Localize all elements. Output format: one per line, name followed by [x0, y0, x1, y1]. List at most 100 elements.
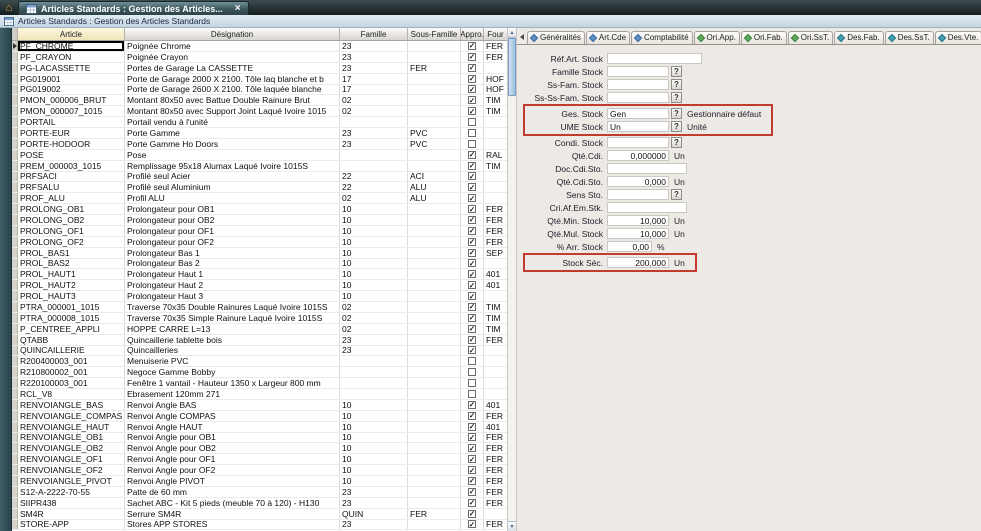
cell-fournisseur[interactable]: TIM — [484, 106, 507, 116]
cell-sous-famille[interactable] — [408, 335, 461, 345]
help-button[interactable]: ? — [671, 66, 682, 77]
cell-designation[interactable]: Montant 80x50 avec Support Joint Laqué I… — [125, 106, 340, 116]
appro-checkbox[interactable]: ✓ — [468, 53, 476, 61]
help-button[interactable]: ? — [671, 121, 682, 132]
appro-checkbox[interactable] — [468, 357, 476, 365]
appro-checkbox[interactable]: ✓ — [468, 259, 476, 267]
cell-famille[interactable]: 23 — [340, 520, 408, 530]
cell-fournisseur[interactable]: FER — [484, 443, 507, 453]
cell-sous-famille[interactable] — [408, 302, 461, 312]
cell-famille[interactable]: 10 — [340, 226, 408, 236]
appro-checkbox[interactable]: ✓ — [468, 292, 476, 300]
field-input-sens-sto[interactable] — [607, 189, 669, 200]
cell-appro[interactable]: ✓ — [461, 476, 484, 486]
cell-article[interactable]: PTRA_000008_1015 — [18, 313, 125, 323]
cell-appro[interactable]: ✓ — [461, 248, 484, 258]
cell-fournisseur[interactable] — [484, 259, 507, 269]
cell-appro[interactable] — [461, 378, 484, 388]
cell-appro[interactable]: ✓ — [461, 291, 484, 301]
help-button[interactable]: ? — [671, 92, 682, 103]
cell-fournisseur[interactable]: FER — [484, 411, 507, 421]
table-row[interactable]: R210800002_001Negoce Gamme Bobby — [12, 367, 507, 378]
cell-sous-famille[interactable]: PVC — [408, 139, 461, 149]
cell-famille[interactable] — [340, 356, 408, 366]
cell-designation[interactable]: Portes de Garage La CASSETTE — [125, 63, 340, 73]
table-row[interactable]: PROL_HAUT3Prolongateur Haut 310✓ — [12, 291, 507, 302]
cell-article[interactable]: PROL_BAS1 — [18, 248, 125, 258]
cell-article[interactable]: PG019002 — [18, 85, 125, 95]
appro-checkbox[interactable]: ✓ — [468, 162, 476, 170]
cell-designation[interactable]: Ebrasement 120mm 271 — [125, 389, 340, 399]
table-row[interactable]: SM4RSerrure SM4RQUINFER✓ — [12, 509, 507, 520]
cell-fournisseur[interactable]: FER — [484, 226, 507, 236]
scroll-up-icon[interactable]: ▲ — [508, 28, 516, 38]
cell-sous-famille[interactable] — [408, 520, 461, 530]
cell-article[interactable]: PRFSALU — [18, 182, 125, 192]
tab-scroll-left-icon[interactable] — [520, 34, 524, 40]
cell-sous-famille[interactable] — [408, 465, 461, 475]
cell-article[interactable]: PREM_000003_1015 — [18, 161, 125, 171]
table-row[interactable]: SIIPR438Sachet ABC - Kit 5 pieds (meuble… — [12, 498, 507, 509]
cell-article[interactable]: PROLONG_OB1 — [18, 204, 125, 214]
cell-famille[interactable]: 10 — [340, 280, 408, 290]
field-input-ss-fam-stock[interactable] — [607, 79, 669, 90]
cell-article[interactable]: RENVOIANGLE_COMPAS — [18, 411, 125, 421]
cell-sous-famille[interactable] — [408, 215, 461, 225]
help-button[interactable]: ? — [671, 108, 682, 119]
cell-sous-famille[interactable] — [408, 150, 461, 160]
cell-famille[interactable] — [340, 367, 408, 377]
cell-famille[interactable]: 10 — [340, 248, 408, 258]
cell-famille[interactable]: 10 — [340, 422, 408, 432]
cell-appro[interactable]: ✓ — [461, 237, 484, 247]
cell-sous-famille[interactable] — [408, 378, 461, 388]
cell-famille[interactable]: 02 — [340, 193, 408, 203]
cell-appro[interactable]: ✓ — [461, 41, 484, 51]
cell-article[interactable]: PMON_000006_BRUT — [18, 95, 125, 105]
cell-appro[interactable]: ✓ — [461, 63, 484, 73]
cell-fournisseur[interactable]: FER — [484, 52, 507, 62]
cell-designation[interactable]: Traverse 70x35 Simple Rainure Laqué Ivoi… — [125, 313, 340, 323]
table-row[interactable]: PROL_BAS2Prolongateur Bas 210✓ — [12, 259, 507, 270]
cell-designation[interactable]: Prolongateur pour OF1 — [125, 226, 340, 236]
cell-fournisseur[interactable] — [484, 139, 507, 149]
table-row[interactable]: PTRA_000001_1015Traverse 70x35 Double Ra… — [12, 302, 507, 313]
cell-designation[interactable]: Prolongateur Haut 3 — [125, 291, 340, 301]
cell-famille[interactable]: 10 — [340, 259, 408, 269]
table-row[interactable]: PRFSACIProfilé seul Acier22ACI✓ — [12, 172, 507, 183]
table-row[interactable]: PF_CHROMEPoignée Chrome23✓FER — [12, 41, 507, 52]
help-button[interactable]: ? — [671, 189, 682, 200]
cell-sous-famille[interactable] — [408, 443, 461, 453]
field-input-condi-stock[interactable] — [607, 137, 669, 148]
cell-appro[interactable]: ✓ — [461, 465, 484, 475]
cell-appro[interactable]: ✓ — [461, 215, 484, 225]
cell-fournisseur[interactable]: FER — [484, 465, 507, 475]
cell-article[interactable]: S12-A-2222-70-55 — [18, 487, 125, 497]
cell-article[interactable]: PG019001 — [18, 74, 125, 84]
cell-article[interactable]: QTABB — [18, 335, 125, 345]
table-row[interactable]: STORE-APPStores APP STORES23✓FER — [12, 520, 507, 531]
cell-sous-famille[interactable] — [408, 85, 461, 95]
cell-sous-famille[interactable]: PVC — [408, 128, 461, 138]
cell-fournisseur[interactable]: TIM — [484, 161, 507, 171]
panel-tab-comptabilit[interactable]: Comptabilité — [631, 31, 692, 44]
field-input-stock-s-c[interactable]: 200,000 — [607, 257, 669, 268]
cell-fournisseur[interactable]: FER — [484, 476, 507, 486]
table-row[interactable]: RENVOIANGLE_OF2Renvoi Angle pour OF210✓F… — [12, 465, 507, 476]
table-row[interactable]: PMON_000006_BRUTMontant 80x50 avec Battu… — [12, 95, 507, 106]
cell-famille[interactable]: 17 — [340, 74, 408, 84]
cell-famille[interactable]: 02 — [340, 324, 408, 334]
table-row[interactable]: RENVOIANGLE_COMPASRenvoi Angle COMPAS10✓… — [12, 411, 507, 422]
cell-fournisseur[interactable]: FER — [484, 237, 507, 247]
table-row[interactable]: PMON_000007_1015Montant 80x50 avec Suppo… — [12, 106, 507, 117]
cell-article[interactable]: RCL_V8 — [18, 389, 125, 399]
table-row[interactable]: R220100003_001Fenêtre 1 vantail - Hauteu… — [12, 378, 507, 389]
cell-sous-famille[interactable] — [408, 498, 461, 508]
cell-sous-famille[interactable] — [408, 433, 461, 443]
cell-sous-famille[interactable] — [408, 291, 461, 301]
window-tab[interactable]: Articles Standards : Gestion des Article… — [18, 1, 249, 15]
table-row[interactable]: PG019001Porte de Garage 2000 X 2100. Tôl… — [12, 74, 507, 85]
appro-checkbox[interactable]: ✓ — [468, 216, 476, 224]
cell-designation[interactable]: Prolongateur pour OB1 — [125, 204, 340, 214]
field-input-ges-stock[interactable]: Gen — [607, 108, 669, 119]
cell-appro[interactable]: ✓ — [461, 161, 484, 171]
